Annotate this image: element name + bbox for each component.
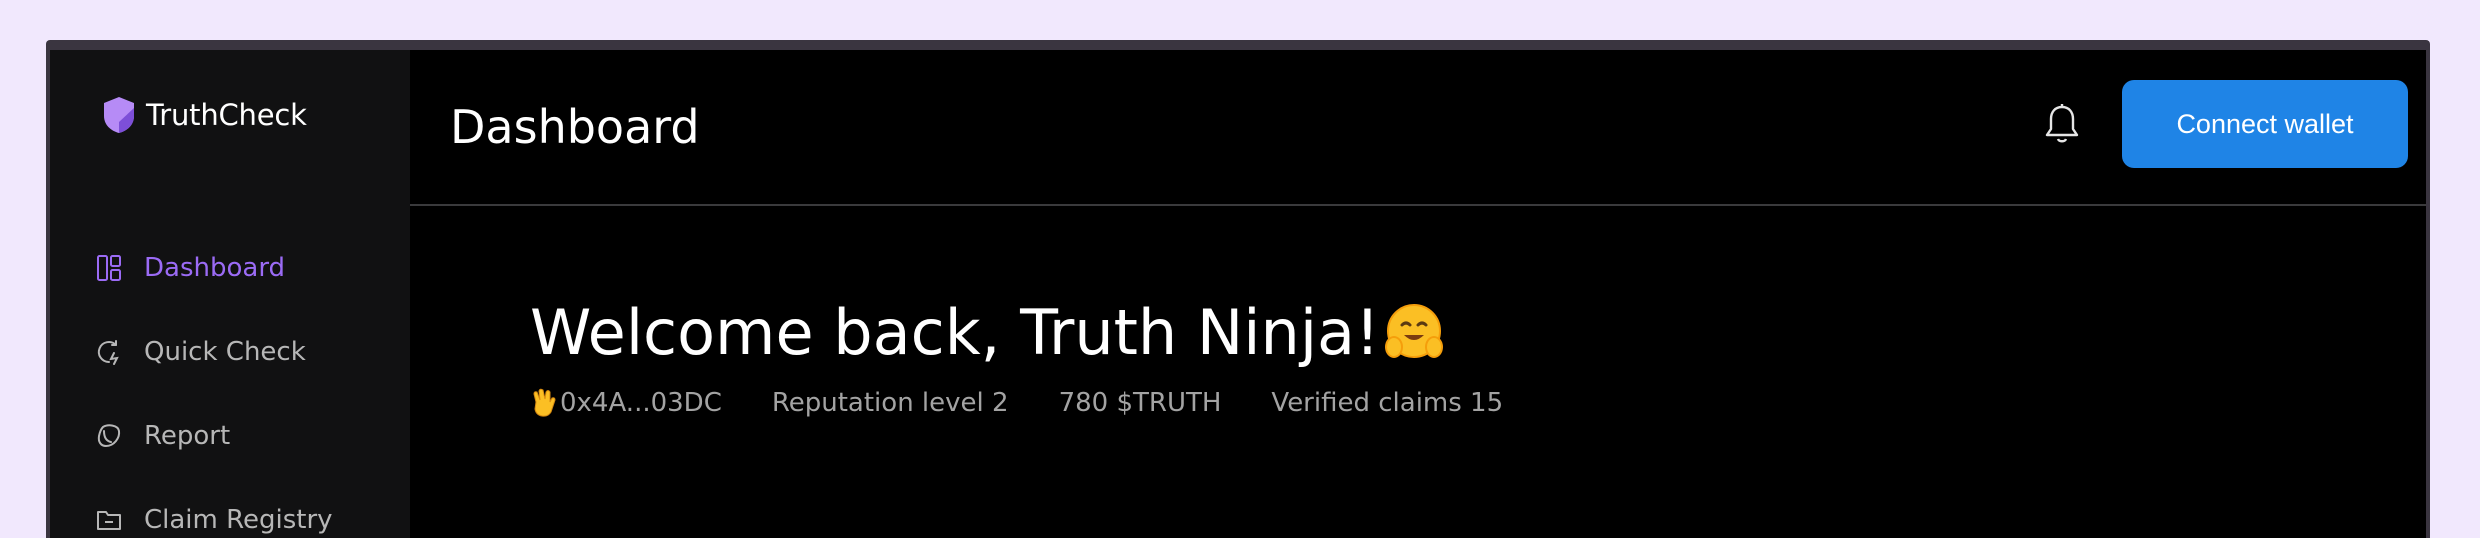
sidebar-item-claim-registry[interactable]: Claim Registry bbox=[96, 498, 333, 538]
sidebar-item-label: Claim Registry bbox=[144, 505, 333, 535]
sidebar-item-label: Report bbox=[144, 421, 231, 451]
app-name: TruthCheck bbox=[146, 98, 307, 132]
dashboard-icon bbox=[96, 255, 122, 281]
folder-icon bbox=[96, 507, 122, 533]
welcome-heading: Welcome back, Truth Ninja! bbox=[530, 296, 1446, 369]
sidebar-item-quick-check[interactable]: Quick Check bbox=[96, 330, 306, 374]
app-window: TruthCheck Dashboard Quick Check Report … bbox=[46, 40, 2430, 538]
verified-claims: Verified claims 15 bbox=[1271, 388, 1504, 418]
reputation-level: Reputation level 2 bbox=[771, 388, 1009, 418]
wallet-address-text: 0x4A...03DC bbox=[560, 388, 722, 418]
page-title: Dashboard bbox=[450, 100, 700, 154]
sidebar-item-label: Quick Check bbox=[144, 337, 306, 367]
hugging-face-emoji bbox=[1384, 303, 1443, 358]
sidebar-item-dashboard[interactable]: Dashboard bbox=[96, 246, 285, 290]
bell-icon[interactable] bbox=[2042, 102, 2082, 146]
quick-check-icon bbox=[96, 339, 122, 365]
sidebar-item-label: Dashboard bbox=[144, 253, 286, 283]
user-stats: 0x4A...03DC Reputation level 2 780 $TRUT… bbox=[530, 388, 1553, 418]
welcome-text: Welcome back, Truth Ninja! bbox=[530, 296, 1380, 369]
shield-icon bbox=[104, 97, 134, 133]
sidebar-item-report[interactable]: Report bbox=[96, 414, 230, 458]
report-icon bbox=[96, 423, 122, 449]
app-logo[interactable]: TruthCheck bbox=[102, 96, 307, 134]
top-bar: Dashboard Connect wallet bbox=[410, 50, 2426, 206]
wallet-address[interactable]: 0x4A...03DC bbox=[530, 388, 722, 418]
main-content: Dashboard Connect wallet Welcome back, T… bbox=[410, 50, 2426, 538]
token-balance: 780 $TRUTH bbox=[1058, 388, 1222, 418]
sidebar: TruthCheck Dashboard Quick Check Report … bbox=[50, 50, 410, 538]
waving-hand-emoji bbox=[533, 388, 556, 417]
connect-wallet-button[interactable]: Connect wallet bbox=[2122, 80, 2408, 168]
